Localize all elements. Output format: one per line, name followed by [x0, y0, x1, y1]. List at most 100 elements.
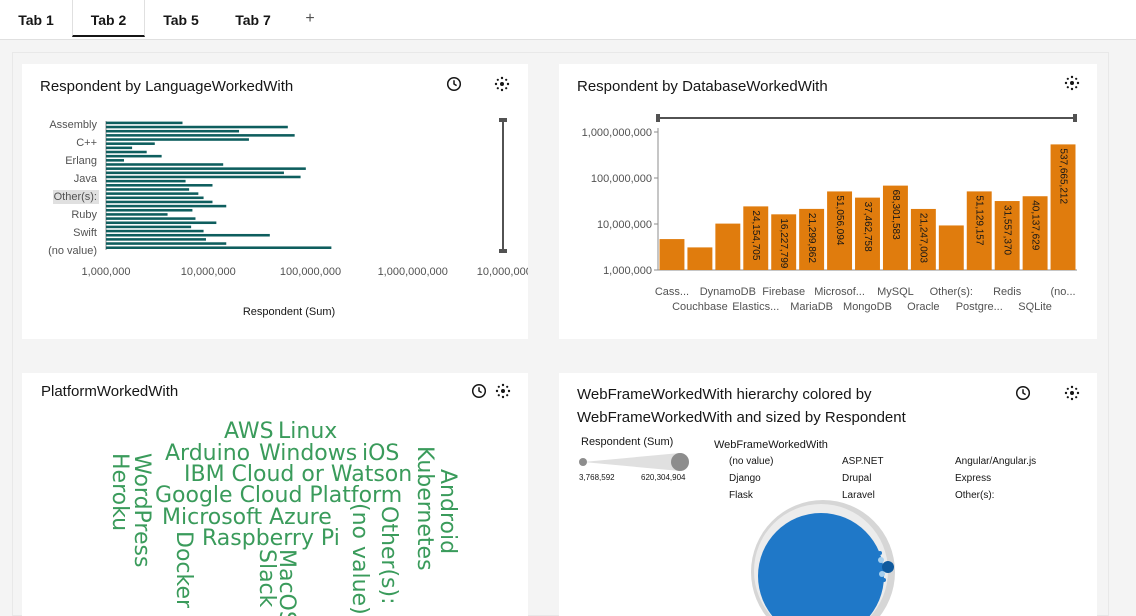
- y-tick-label: 1,000,000: [603, 265, 652, 277]
- legend-item[interactable]: (no value): [729, 456, 773, 467]
- bar[interactable]: [106, 217, 196, 220]
- x-tick-label: 100,000,000: [280, 266, 341, 278]
- tab-5[interactable]: Tab 5: [152, 0, 210, 37]
- x-tick-label: MySQL: [877, 286, 914, 298]
- bar[interactable]: [106, 225, 192, 229]
- color-legend-title: WebFrameWorkedWith: [714, 439, 828, 451]
- database-card[interactable]: Respondent by DatabaseWorkedWith 1,000,0…: [559, 64, 1097, 339]
- bar[interactable]: [106, 204, 227, 208]
- bubble-small[interactable]: [882, 578, 886, 582]
- data-label: 37,462,758: [862, 202, 873, 252]
- database-bar-chart[interactable]: 1,000,000 10,000,000 100,000,000 1,000,000,…: [559, 64, 1097, 339]
- x-tick-label: Microsof...: [814, 286, 865, 298]
- word-aws[interactable]: AWS: [224, 421, 274, 443]
- bar[interactable]: [106, 154, 162, 158]
- bar[interactable]: [938, 225, 964, 270]
- bar[interactable]: [106, 213, 168, 216]
- data-label: 21,247,003: [918, 213, 929, 263]
- bubble-small[interactable]: [878, 551, 882, 555]
- ai-insights-icon[interactable]: [494, 382, 512, 400]
- legend-item[interactable]: Other(s):: [955, 490, 994, 501]
- bar[interactable]: [106, 188, 190, 191]
- x-tick-label: SQLite: [1018, 301, 1052, 313]
- size-legend-min: 3,768,592: [579, 473, 615, 482]
- bar[interactable]: [715, 223, 741, 270]
- word-linux[interactable]: Linux: [278, 421, 337, 443]
- word-no-value[interactable]: (no value): [347, 503, 372, 615]
- bar[interactable]: [106, 242, 227, 245]
- language-card[interactable]: Respondent by LanguageWorkedWith Assembl…: [22, 64, 528, 339]
- bar[interactable]: [106, 192, 199, 195]
- x-tick-label: Redis: [993, 286, 1022, 298]
- bar[interactable]: [106, 238, 206, 241]
- bar[interactable]: [106, 121, 183, 125]
- bar[interactable]: [106, 208, 193, 212]
- word-raspberry-pi[interactable]: Raspberry Pi: [202, 528, 340, 550]
- bar[interactable]: [106, 125, 288, 129]
- range-handle-top[interactable]: [499, 118, 507, 122]
- packed-bubble-chart[interactable]: [749, 498, 909, 616]
- data-label: 21,299,862: [806, 213, 817, 263]
- bar[interactable]: [106, 200, 213, 204]
- bar[interactable]: [106, 129, 240, 133]
- x-tick-label: Postgre...: [956, 301, 1003, 313]
- word-docker[interactable]: Docker: [171, 531, 196, 608]
- word-heroku[interactable]: Heroku: [107, 453, 132, 531]
- language-bar-chart[interactable]: Assembly C++ Erlang Java Other(s): Ruby Swift (…: [22, 64, 528, 339]
- legend-item[interactable]: Drupal: [842, 473, 871, 484]
- data-label: 51,129,157: [974, 195, 985, 245]
- legend-item[interactable]: ASP.NET: [842, 456, 884, 467]
- word-macos[interactable]: MacOS: [274, 549, 299, 616]
- legend-item[interactable]: Express: [955, 473, 991, 484]
- legend-item[interactable]: Angular/Angular.js: [955, 456, 1036, 467]
- tab-2[interactable]: Tab 2: [72, 0, 145, 37]
- range-handle-right[interactable]: [1073, 114, 1077, 122]
- y-tick-label: 1,000,000,000: [582, 127, 652, 139]
- range-handle-left[interactable]: [656, 114, 660, 122]
- legend-item[interactable]: Django: [729, 473, 761, 484]
- bar[interactable]: [106, 159, 125, 162]
- bar[interactable]: [687, 247, 713, 270]
- bar[interactable]: [659, 239, 685, 270]
- bar[interactable]: [106, 163, 224, 166]
- bar[interactable]: [106, 175, 301, 179]
- bar[interactable]: [106, 134, 295, 137]
- bar[interactable]: [106, 179, 186, 183]
- bubble-small[interactable]: [878, 557, 884, 563]
- word-kubernetes[interactable]: Kubernetes: [412, 446, 437, 571]
- bar[interactable]: [106, 184, 213, 187]
- data-label: 24,154,705: [750, 210, 761, 260]
- x-tick-label: Firebase: [762, 286, 805, 298]
- bar[interactable]: [106, 233, 270, 237]
- x-tick-label: Cass...: [655, 286, 689, 298]
- bar[interactable]: [106, 146, 133, 150]
- bar[interactable]: [106, 150, 147, 154]
- tab-bar: Tab 1 Tab 2 Tab 5 Tab 7 +: [0, 0, 1136, 40]
- bubble-small[interactable]: [879, 571, 885, 577]
- tab-7[interactable]: Tab 7: [224, 0, 282, 37]
- bar[interactable]: [106, 229, 204, 233]
- bubble-small[interactable]: [882, 561, 894, 573]
- x-tick-label: (no...: [1050, 286, 1075, 298]
- bar[interactable]: [106, 221, 217, 225]
- clock-icon[interactable]: [470, 382, 488, 400]
- word-others[interactable]: Other(s):: [376, 506, 401, 605]
- webframe-card[interactable]: WebFrameWorkedWith hierarchy colored by …: [559, 373, 1097, 616]
- ai-insights-icon[interactable]: [1063, 384, 1081, 402]
- bar[interactable]: [106, 196, 204, 200]
- tab-1[interactable]: Tab 1: [8, 0, 64, 37]
- word-wordpress[interactable]: WordPress: [129, 453, 154, 567]
- add-tab-button[interactable]: +: [302, 0, 318, 38]
- bar[interactable]: [106, 167, 306, 170]
- bar[interactable]: [106, 171, 284, 175]
- x-tick-label: MongoDB: [843, 301, 892, 313]
- clock-icon[interactable]: [1014, 384, 1032, 402]
- word-android[interactable]: Android: [435, 469, 460, 554]
- x-tick-label: 10,000,000,000: [477, 266, 528, 278]
- bar[interactable]: [106, 142, 155, 145]
- range-handle-bottom[interactable]: [499, 249, 507, 253]
- platform-card[interactable]: PlatformWorkedWith AWS Linux Arduino Win…: [22, 373, 528, 616]
- x-tick-label: DynamoDB: [700, 286, 756, 298]
- bar[interactable]: [106, 246, 332, 249]
- bar[interactable]: [106, 138, 249, 141]
